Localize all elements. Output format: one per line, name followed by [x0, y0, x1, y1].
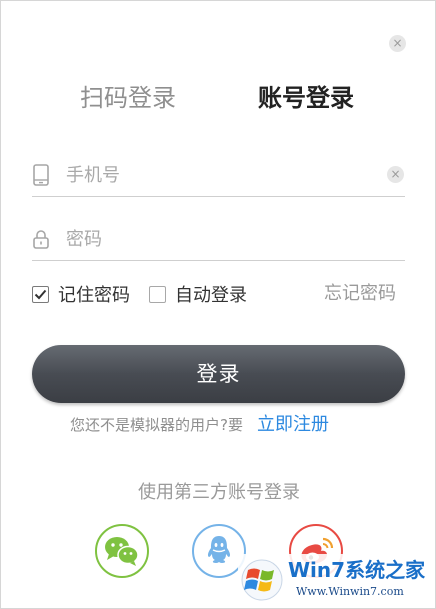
login-button[interactable]: 登录 — [32, 345, 405, 403]
qq-icon — [207, 536, 231, 563]
watermark-url: Www.Winwin7.com — [296, 585, 404, 598]
close-icon: × — [392, 36, 403, 50]
remember-password-label: 记住密码 — [58, 285, 130, 306]
site-watermark: Win7系统之家 Www.Winwin7.com — [238, 554, 434, 606]
clear-phone-button[interactable]: × — [387, 166, 404, 183]
auto-login-checkbox[interactable]: 自动登录 — [149, 282, 247, 306]
auto-login-label: 自动登录 — [175, 285, 247, 306]
watermark-brand: Win7系统之家 — [288, 558, 426, 582]
register-row: 您还不是模拟器的用户?要 立即注册 — [70, 413, 329, 437]
tab-account-login[interactable]: 账号登录 — [258, 79, 354, 117]
register-link[interactable]: 立即注册 — [257, 414, 329, 435]
wechat-icon — [105, 537, 139, 566]
password-field — [32, 217, 405, 261]
checkbox-box[interactable] — [32, 285, 49, 303]
forgot-password-link[interactable]: 忘记密码 — [324, 282, 396, 306]
third-party-title: 使用第三方账号登录 — [138, 482, 300, 503]
close-button[interactable]: × — [389, 35, 406, 52]
clear-icon: × — [390, 167, 401, 181]
remember-password-checkbox[interactable]: 记住密码 — [32, 282, 130, 306]
lock-icon — [32, 228, 50, 254]
check-icon — [34, 289, 47, 299]
password-input[interactable] — [66, 223, 371, 255]
register-prompt: 您还不是模拟器的用户?要 — [70, 416, 243, 434]
windows-logo-icon — [240, 558, 284, 606]
tab-qr-login[interactable]: 扫码登录 — [80, 79, 176, 117]
phone-field: × — [32, 153, 405, 197]
login-dialog: × 扫码登录 账号登录 × — [0, 0, 436, 609]
checkbox-box[interactable] — [149, 285, 166, 303]
phone-icon — [32, 164, 50, 190]
phone-input[interactable] — [66, 159, 371, 191]
wechat-login-button[interactable] — [95, 524, 149, 578]
